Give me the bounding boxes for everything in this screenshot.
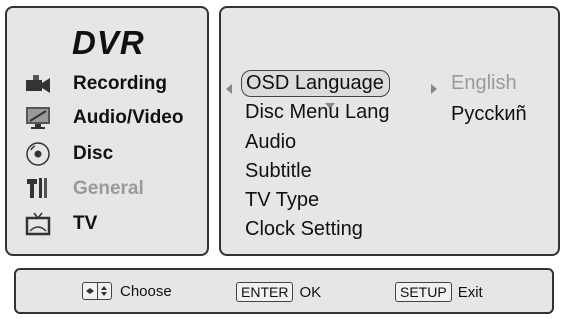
nav-label: Recording [73,73,167,94]
hint-exit: SETUP Exit [395,282,483,302]
arrow-keys-icon [82,282,112,300]
tv-icon [23,211,53,237]
tools-icon [23,176,53,202]
nav-item-audio-video[interactable]: Audio/Video [23,105,183,131]
nav-label: Audio/Video [73,107,184,128]
arrow-right-icon [431,84,437,94]
menu-item-subtitle[interactable]: Subtitle [245,160,312,183]
choose-label: Choose [120,282,172,300]
ok-label: OK [299,283,322,301]
arrow-left-icon [226,84,232,94]
setup-key[interactable]: SETUP [395,282,452,302]
settings-panel: OSD Language Disc Menu Lang Audio Subtit… [219,6,560,256]
nav-item-general[interactable]: General [23,176,144,202]
nav-label: TV [73,213,98,234]
camera-icon [23,71,53,97]
monitor-icon [23,105,53,131]
option-russian[interactable]: Pycckиñ [451,103,527,126]
menu-item-tv-type[interactable]: TV Type [245,189,319,212]
menu-item-clock-setting[interactable]: Clock Setting [245,218,363,241]
hint-choose: Choose [82,282,172,300]
disc-icon [23,141,53,167]
help-bar: Choose ENTER OK SETUP Exit [14,268,554,314]
menu-item-audio[interactable]: Audio [245,131,296,154]
category-panel: DVR Recording Audio/Video Disc General T… [5,6,209,256]
nav-item-tv[interactable]: TV [23,211,97,237]
nav-label: Disc [73,143,114,164]
nav-item-recording[interactable]: Recording [23,71,167,97]
hint-ok: ENTER OK [236,282,321,302]
menu-item-osd-language[interactable]: OSD Language [241,70,390,97]
enter-key[interactable]: ENTER [236,282,294,302]
nav-label: General [73,178,144,199]
option-english[interactable]: English [451,72,517,95]
nav-item-disc[interactable]: Disc [23,141,113,167]
exit-label: Exit [457,283,483,301]
dvr-title: DVR [72,24,145,61]
menu-item-disc-menu-lang[interactable]: Disc Menu Lang [245,101,390,124]
